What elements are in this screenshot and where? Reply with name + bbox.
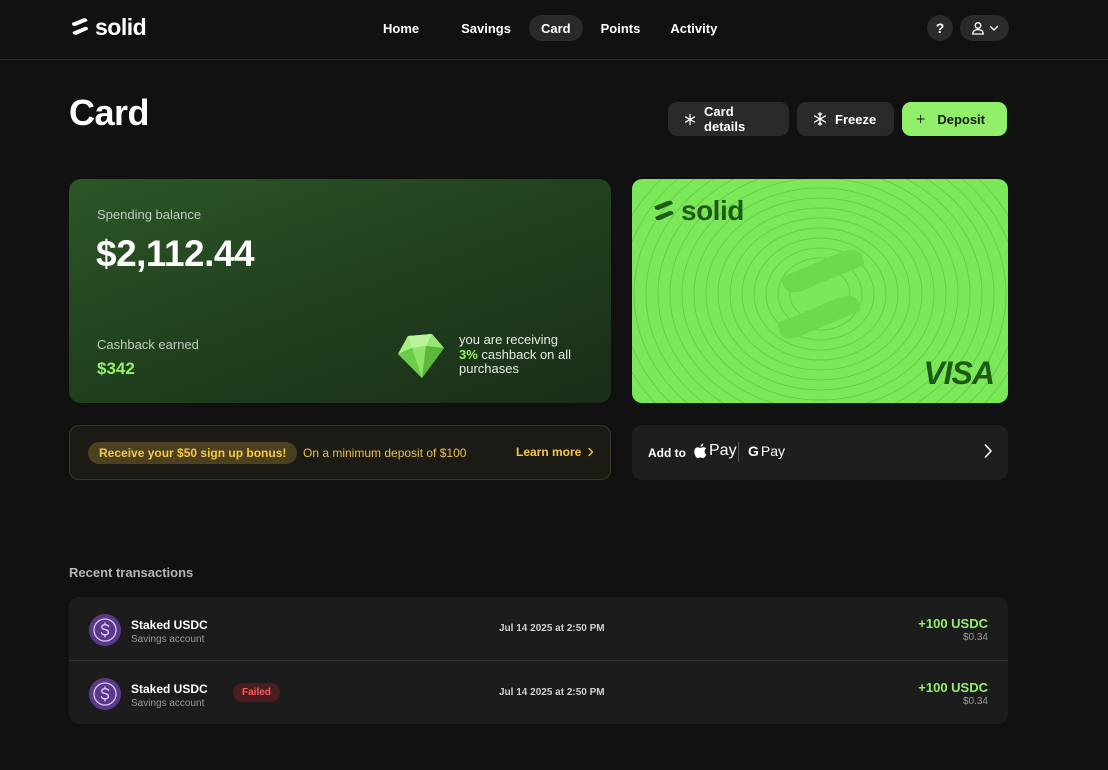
bonus-pill: Receive your $50 sign up bonus!	[88, 442, 298, 464]
transaction-date: Jul 14 2025 at 2:50 PM	[499, 623, 605, 634]
usdc-icon	[89, 614, 121, 646]
asterisk-icon	[684, 113, 696, 125]
google-pay-logo: G Pay	[748, 443, 785, 459]
deposit-button[interactable]: Deposit	[902, 102, 1007, 136]
transaction-account: Savings account	[131, 698, 205, 709]
nav-item-points[interactable]: Points	[589, 15, 653, 41]
usdc-icon	[89, 678, 121, 710]
apple-pay-logo: Pay	[694, 442, 737, 460]
main-nav: Home Savings Card Points Activity	[371, 15, 729, 41]
top-navigation-bar: solid Home Savings Card Points Activity …	[0, 0, 1108, 60]
cashback-label: Cashback earned	[97, 337, 199, 352]
spending-balance-value: $2,112.44	[96, 233, 255, 274]
help-button[interactable]: ?	[927, 15, 953, 41]
apple-pay-text: Pay	[709, 442, 737, 459]
card-details-button[interactable]: Card details	[668, 102, 789, 136]
solid-logo-icon	[654, 200, 674, 221]
cashback-value: $342	[97, 359, 135, 378]
page-title: Card	[69, 92, 150, 133]
gem-icon	[398, 334, 444, 378]
transaction-date: Jul 14 2025 at 2:50 PM	[499, 687, 605, 698]
transaction-fiat-value: $0.34	[962, 696, 988, 707]
cashback-note: you are receiving 3% cashback on all pur…	[459, 332, 599, 377]
wallet-divider	[738, 442, 739, 462]
freeze-button[interactable]: Freeze	[797, 102, 894, 136]
visa-logo: VISA	[923, 355, 995, 391]
apple-icon	[694, 443, 707, 459]
transaction-fiat-value: $0.34	[962, 632, 988, 643]
status-badge: Failed	[233, 683, 280, 702]
transaction-name: Staked USDC	[131, 682, 208, 696]
user-menu-button[interactable]	[960, 15, 1009, 41]
nav-item-activity[interactable]: Activity	[658, 15, 729, 41]
debit-card-visual[interactable]: solid VISA	[632, 179, 1008, 403]
bonus-condition: On a minimum deposit of $100	[303, 446, 467, 460]
plus-icon	[916, 114, 925, 124]
table-row[interactable]: Staked USDC Savings account Jul 14 2025 …	[69, 597, 1008, 660]
add-to-label: Add to	[648, 446, 686, 460]
transaction-amount: +100 USDC	[918, 680, 988, 695]
card-actions: Card details Freeze Deposit	[668, 102, 1007, 136]
transactions-list: Staked USDC Savings account Jul 14 2025 …	[69, 597, 1008, 724]
transaction-account: Savings account	[131, 634, 205, 645]
solid-logo-icon	[72, 18, 88, 35]
cashback-note-prefix: you are receiving	[459, 332, 558, 347]
card-brand-logo: solid	[651, 195, 744, 227]
card-details-label: Card details	[704, 104, 746, 134]
brand-logo[interactable]: solid	[69, 13, 147, 40]
chevron-right-icon	[984, 444, 992, 458]
chevron-right-icon	[588, 447, 594, 457]
learn-more-link[interactable]: Learn more	[516, 445, 595, 459]
spending-balance-card: Spending balance $2,112.44 Cashback earn…	[69, 179, 611, 403]
nav-item-card[interactable]: Card	[528, 15, 583, 41]
table-row[interactable]: Staked USDC Savings account Failed Jul 1…	[69, 660, 1008, 723]
brand-name: solid	[95, 13, 147, 40]
card-brand-name: solid	[681, 195, 744, 226]
user-icon	[971, 22, 984, 35]
deposit-label: Deposit	[937, 111, 985, 127]
signup-bonus-banner: Receive your $50 sign up bonus! On a min…	[69, 425, 611, 480]
google-pay-text: Pay	[760, 443, 786, 459]
learn-more-label: Learn more	[516, 445, 582, 459]
google-g-letter: G	[748, 443, 759, 459]
snowflake-icon	[813, 112, 827, 126]
recent-transactions-title: Recent transactions	[69, 565, 194, 580]
nav-item-home[interactable]: Home	[371, 15, 431, 41]
add-to-wallet-button[interactable]: Add to Pay G Pay	[632, 425, 1008, 480]
nav-item-savings[interactable]: Savings	[449, 15, 523, 41]
chevron-down-icon	[989, 25, 998, 31]
spending-balance-label: Spending balance	[97, 207, 202, 222]
cashback-percent: 3%	[459, 346, 478, 362]
freeze-label: Freeze	[835, 111, 877, 127]
transaction-name: Staked USDC	[131, 618, 208, 632]
transaction-amount: +100 USDC	[918, 616, 988, 631]
